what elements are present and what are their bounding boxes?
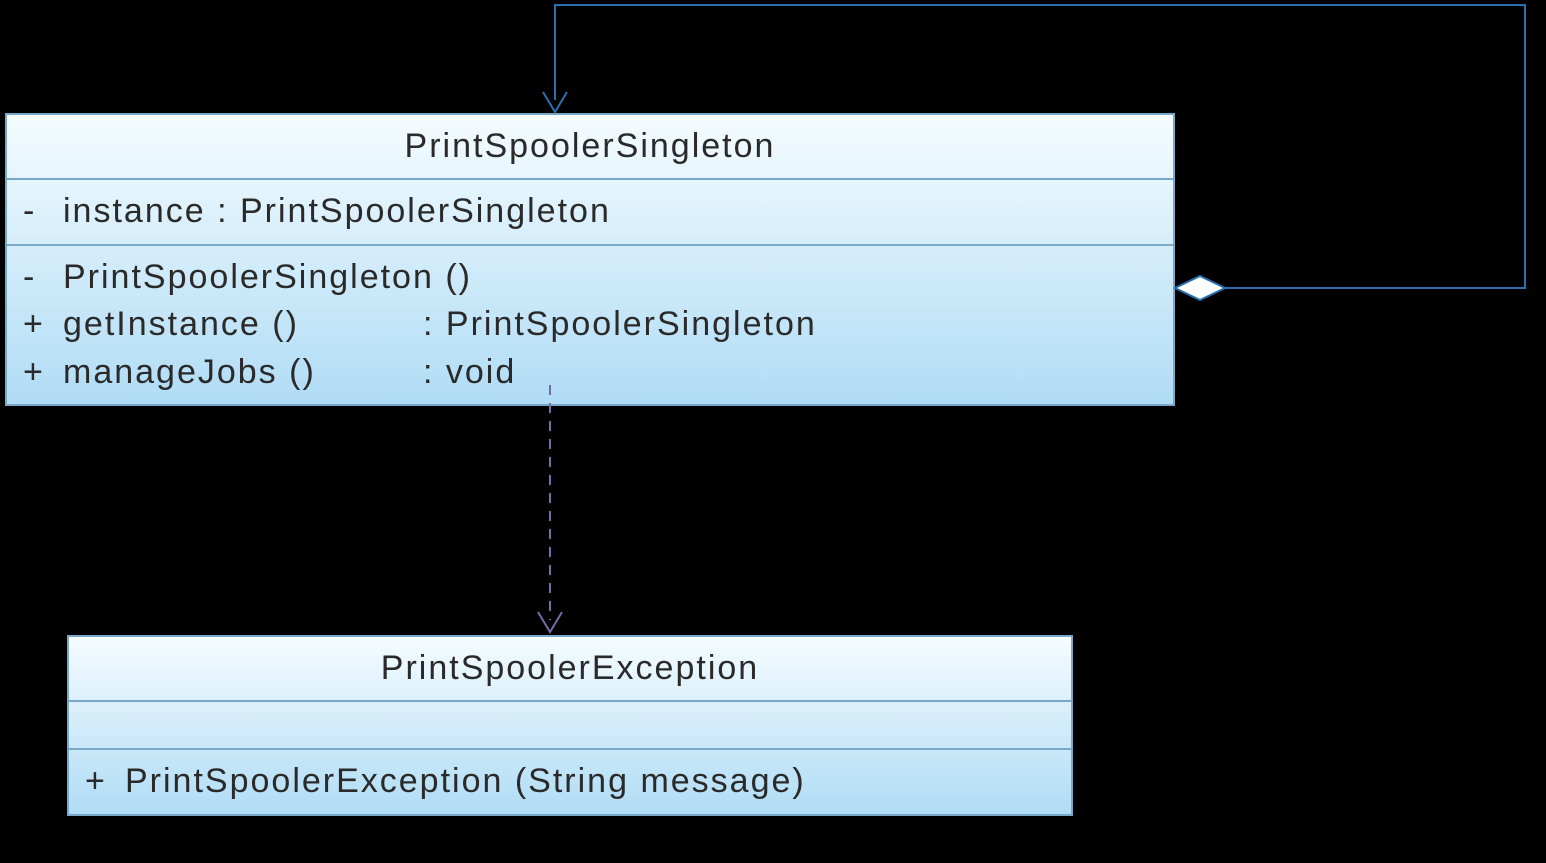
visibility: + [85,758,125,806]
class-exception-attributes [69,702,1071,750]
method-name: manageJobs () [63,349,423,397]
visibility: + [23,349,63,397]
method-name: getInstance () [63,301,423,349]
visibility: - [23,188,63,236]
aggregation-diamond-icon [1175,276,1225,300]
method-text: PrintSpoolerException (String message) [125,758,806,806]
arrowhead-down-icon [538,612,562,632]
class-singleton-methods: - PrintSpoolerSingleton () + getInstance… [7,246,1173,405]
method-row: + PrintSpoolerException (String message) [85,758,1055,806]
method-return [423,254,1157,302]
class-exception-methods: + PrintSpoolerException (String message) [69,750,1071,814]
method-return: : PrintSpoolerSingleton [423,301,1157,349]
arrowhead-down-icon [543,92,567,112]
class-exception: PrintSpoolerException + PrintSpoolerExce… [67,635,1073,816]
visibility: + [23,301,63,349]
attribute-row: - instance : PrintSpoolerSingleton [23,188,1157,236]
attribute-text: instance : PrintSpoolerSingleton [63,188,611,236]
class-singleton-title: PrintSpoolerSingleton [7,115,1173,180]
visibility: - [23,254,63,302]
class-singleton-attributes: - instance : PrintSpoolerSingleton [7,180,1173,246]
class-singleton: PrintSpoolerSingleton - instance : Print… [5,113,1175,406]
method-name: PrintSpoolerSingleton () [63,254,423,302]
class-exception-title: PrintSpoolerException [69,637,1071,702]
method-return: : void [423,349,1157,397]
